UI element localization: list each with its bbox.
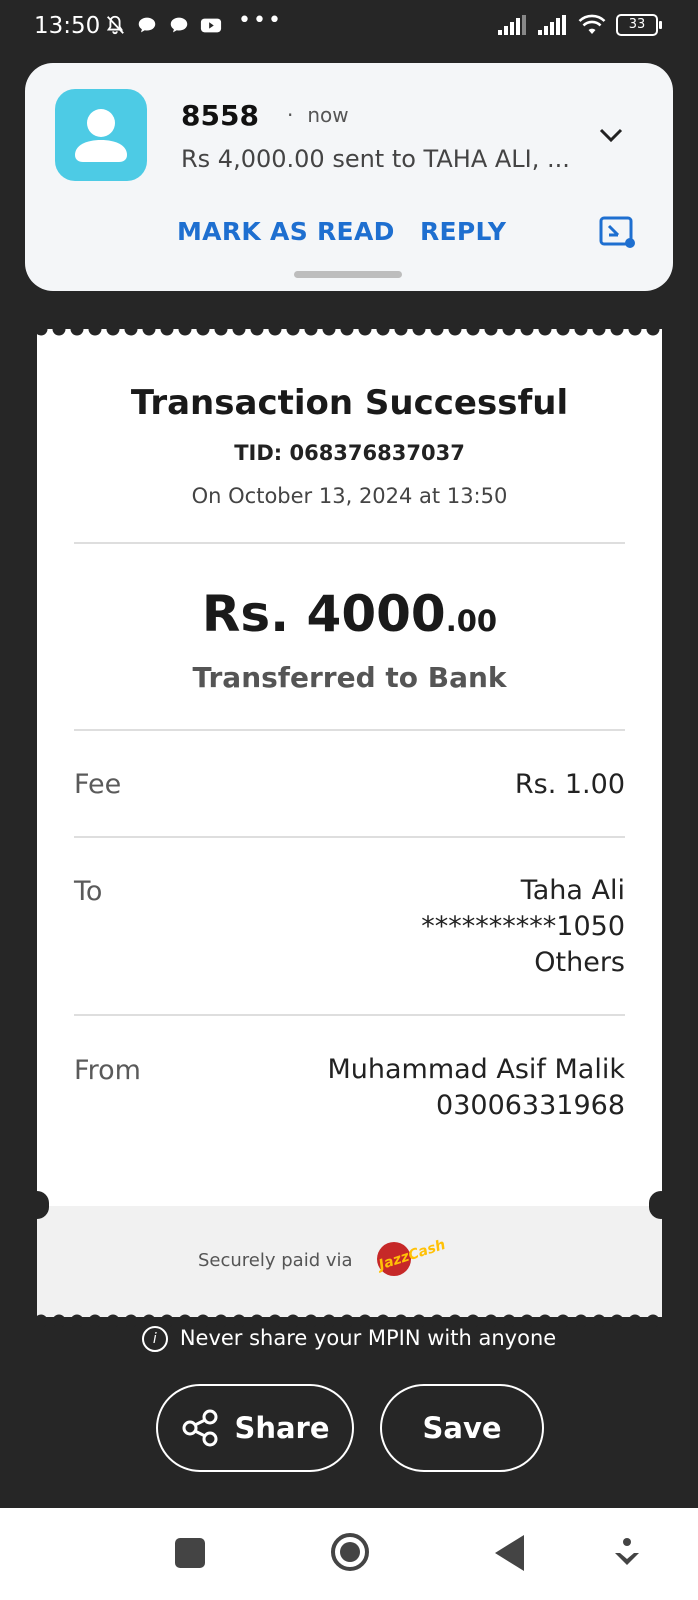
youtube-icon	[200, 18, 222, 33]
status-icons-left	[104, 14, 222, 36]
status-bar: 13:50 ••• 33	[0, 0, 698, 56]
sender-number: 03006331968	[436, 1090, 625, 1121]
divider	[74, 729, 625, 731]
open-in-app-icon[interactable]	[599, 215, 635, 249]
drag-handle[interactable]	[294, 271, 402, 278]
person-icon	[75, 109, 127, 162]
share-button[interactable]: Share	[156, 1384, 354, 1472]
chat-icon	[170, 17, 188, 33]
status-time: 13:50	[34, 13, 101, 39]
transaction-amount: Rs. 4000.00	[37, 585, 662, 643]
recipient-account: **********1050	[421, 911, 625, 942]
to-details: Taha Ali **********1050 Others	[421, 873, 625, 981]
mark-as-read-button[interactable]: MARK AS READ	[177, 217, 395, 246]
sms-notification[interactable]: 8558 now Rs 4,000.00 sent to TAHA ALI, .…	[25, 63, 673, 291]
amount-decimal: .00	[445, 604, 498, 638]
home-icon[interactable]	[330, 1532, 370, 1572]
from-label: From	[74, 1055, 141, 1086]
signal-icon	[498, 15, 526, 35]
mpin-warning: i Never share your MPIN with anyone	[0, 1326, 698, 1352]
signal-icon	[538, 15, 566, 35]
receipt-card	[37, 329, 662, 1317]
save-button[interactable]: Save	[380, 1384, 544, 1472]
to-label: To	[74, 876, 103, 907]
chat-icon	[138, 17, 156, 33]
from-details: Muhammad Asif Malik 03006331968	[327, 1052, 625, 1124]
recipient-bank: Others	[534, 947, 625, 978]
divider	[74, 1014, 625, 1016]
secure-payment-text: Securely paid via	[198, 1250, 353, 1271]
fee-value: Rs. 1.00	[514, 769, 625, 800]
reply-button[interactable]: REPLY	[420, 217, 506, 246]
transfer-type: Transferred to Bank	[192, 661, 507, 694]
recent-apps-icon[interactable]	[175, 1538, 205, 1568]
keyboard-down-icon[interactable]	[612, 1536, 642, 1570]
receipt-notch-right	[649, 1191, 673, 1219]
divider	[74, 542, 625, 544]
status-icons-right: 33	[498, 14, 662, 36]
notification-message: Rs 4,000.00 sent to TAHA ALI, ...	[181, 145, 570, 173]
divider	[74, 836, 625, 838]
recipient-name: Taha Ali	[520, 875, 625, 906]
chevron-down-icon[interactable]	[595, 119, 627, 151]
notification-time: now	[287, 103, 348, 127]
sender-name: Muhammad Asif Malik	[327, 1054, 625, 1085]
receipt-scallop-top	[37, 322, 662, 336]
save-button-label: Save	[422, 1411, 502, 1445]
battery-icon: 33	[616, 14, 662, 36]
transaction-date: On October 13, 2024 at 13:50	[191, 484, 508, 508]
notification-sender: 8558	[181, 99, 259, 132]
receipt-notch-left	[25, 1191, 49, 1219]
mute-bell-icon	[106, 15, 124, 35]
share-button-label: Share	[234, 1411, 330, 1445]
mpin-warning-text: Never share your MPIN with anyone	[179, 1326, 557, 1350]
back-icon[interactable]	[492, 1533, 528, 1573]
more-dots-icon: •••	[238, 8, 283, 33]
jazzcash-logo-text: JazzCash	[374, 1237, 447, 1274]
info-icon: i	[141, 1326, 168, 1352]
wifi-icon	[578, 14, 606, 34]
fee-label: Fee	[74, 769, 122, 800]
share-icon	[182, 1409, 218, 1447]
transaction-id: TID: 068376837037	[234, 441, 465, 465]
jazzcash-logo: JazzCash	[374, 1237, 448, 1276]
page-title: Transaction Successful	[130, 383, 569, 423]
amount-main: Rs. 4000	[201, 585, 446, 643]
system-nav-bar	[0, 1508, 698, 1600]
contact-avatar	[55, 89, 147, 181]
